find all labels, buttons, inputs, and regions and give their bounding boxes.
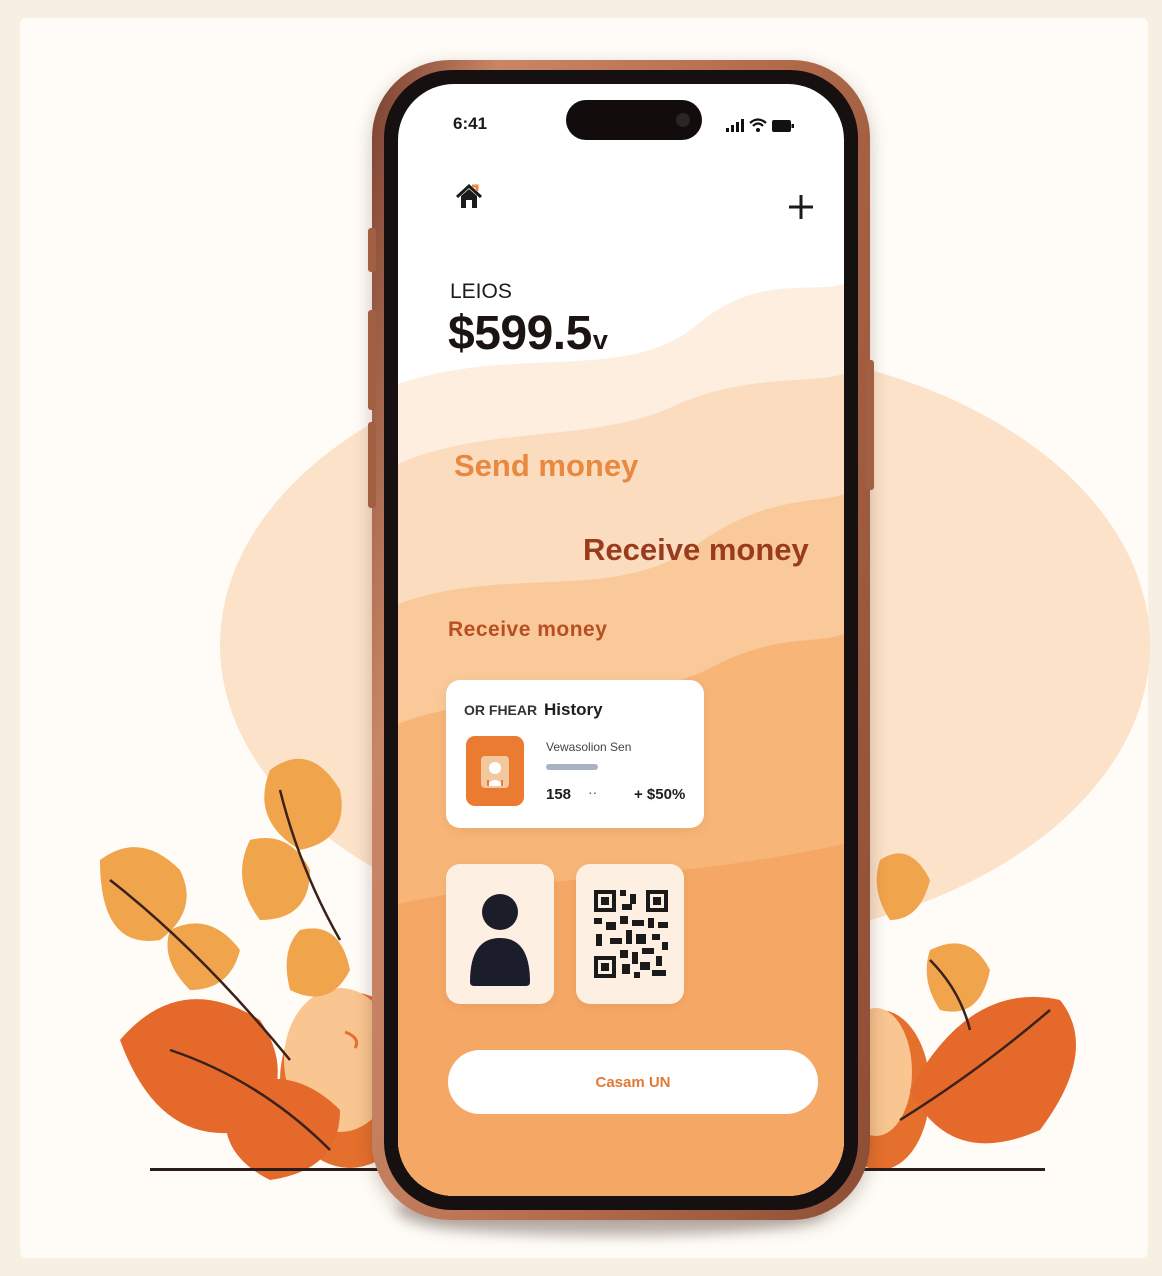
- camera-lens: [676, 113, 690, 127]
- balance-amount: $599.5v: [448, 306, 608, 361]
- history-card[interactable]: OR FHEAR History Vewasolion Sen 158 ·· +…: [446, 680, 704, 828]
- transaction-number: 158: [546, 786, 572, 803]
- history-title: History: [544, 700, 603, 719]
- wifi-icon: [749, 118, 767, 132]
- history-tag: OR FHEAR: [464, 702, 538, 718]
- add-button[interactable]: [786, 192, 816, 222]
- primary-action-button[interactable]: Casam UN: [448, 1050, 818, 1114]
- battery-icon: [772, 120, 794, 132]
- person-icon: [470, 894, 530, 986]
- transaction-amount: + $50%: [634, 786, 686, 803]
- scene: 6:41 LEIOS $599.5v Send money Receive mo…: [0, 0, 1162, 1276]
- qr-code-tile[interactable]: [576, 864, 684, 1004]
- phone-frame: 6:41 LEIOS $599.5v Send money Receive mo…: [368, 60, 874, 1220]
- status-icons: [726, 118, 794, 132]
- signal-icon: [726, 119, 744, 132]
- right-leaf-cluster: [876, 853, 990, 1012]
- transaction-progress-bar: [546, 764, 598, 770]
- status-time: 6:41: [453, 114, 488, 133]
- qr-code-icon: [594, 890, 668, 978]
- balance-value: $599.5: [448, 307, 592, 360]
- home-icon[interactable]: [454, 182, 484, 212]
- side-button-power: [866, 360, 874, 490]
- app-screen: 6:41 LEIOS $599.5v Send money Receive mo…: [398, 84, 844, 1196]
- side-button-volume-down: [368, 422, 376, 508]
- account-label: LEIOS: [450, 280, 512, 303]
- transaction-description: Vewasolion Sen: [546, 740, 632, 754]
- plus-icon: [789, 195, 813, 219]
- dynamic-island: [566, 100, 702, 140]
- balance-suffix: v: [592, 325, 608, 355]
- side-button-silent: [368, 228, 376, 272]
- user-icon: [481, 756, 509, 788]
- left-leaf-cluster: [100, 758, 350, 997]
- section-title: Receive money: [448, 618, 608, 641]
- contact-tile[interactable]: [446, 864, 554, 1004]
- receive-money-link[interactable]: Receive money: [583, 532, 809, 568]
- send-money-link[interactable]: Send money: [454, 448, 638, 484]
- right-leaf-dark: [910, 996, 1076, 1144]
- transaction-avatar: [466, 736, 524, 806]
- transaction-dots: ··: [588, 784, 598, 800]
- side-button-volume-up: [368, 310, 376, 410]
